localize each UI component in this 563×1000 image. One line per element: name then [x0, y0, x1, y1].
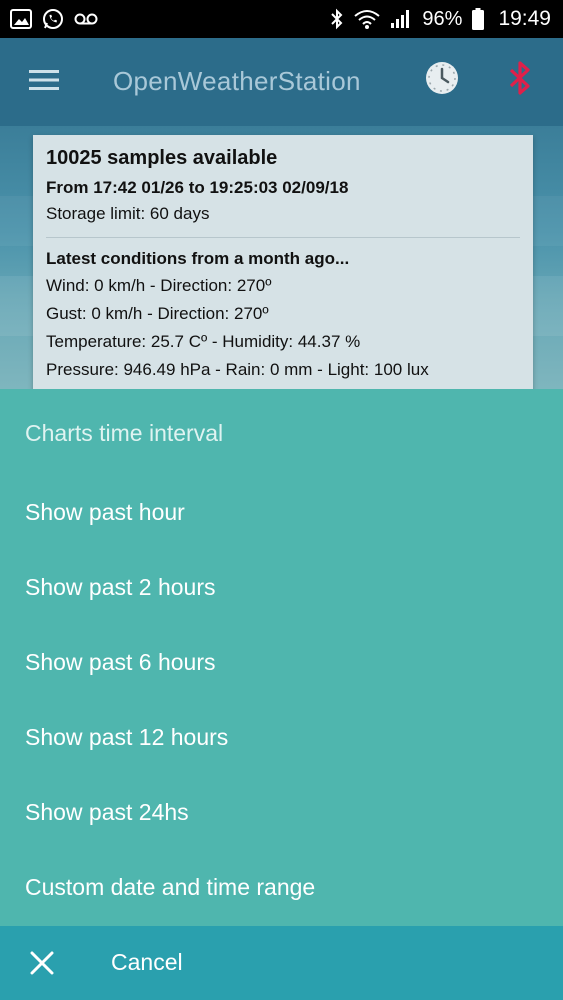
- temperature-humidity-reading: Temperature: 25.7 Cº - Humidity: 44.37 %: [46, 332, 361, 351]
- bluetooth-button[interactable]: [498, 58, 542, 102]
- storage-limit: Storage limit: 60 days: [46, 204, 210, 223]
- app-bar: OpenWeatherStation: [0, 38, 563, 126]
- option-label: Custom date and time range: [25, 873, 316, 900]
- option-past-2-hours[interactable]: Show past 2 hours: [0, 556, 563, 618]
- signal-icon: [390, 9, 412, 29]
- samples-count: 10025 samples available: [46, 147, 278, 169]
- time-interval-button[interactable]: [420, 58, 464, 102]
- option-label: Show past 24hs: [25, 798, 189, 825]
- sheet-title: Charts time interval: [25, 420, 224, 446]
- battery-icon: [472, 8, 485, 30]
- option-past-hour[interactable]: Show past hour: [0, 481, 563, 543]
- clock-icon: [425, 61, 459, 100]
- menu-icon: [29, 69, 59, 96]
- cancel-button[interactable]: Cancel: [0, 926, 563, 1000]
- close-icon: [26, 947, 58, 979]
- bluetooth-icon: [330, 8, 344, 30]
- status-bar: 96% 19:49: [0, 0, 563, 38]
- option-custom-range[interactable]: Custom date and time range: [0, 856, 563, 918]
- wind-reading: Wind: 0 km/h - Direction: 270º: [46, 276, 272, 295]
- option-past-12-hours[interactable]: Show past 12 hours: [0, 706, 563, 768]
- gust-reading: Gust: 0 km/h - Direction: 270º: [46, 304, 269, 323]
- whatsapp-icon: [42, 8, 64, 30]
- time-interval-sheet: Charts time interval Show past hour Show…: [0, 389, 563, 926]
- option-label: Show past 2 hours: [25, 573, 216, 600]
- screen: 96% 19:49 OpenWeatherStation 10025 sampl…: [0, 0, 563, 1000]
- option-label: Show past 6 hours: [25, 648, 216, 675]
- pressure-rain-light-reading: Pressure: 946.49 hPa - Rain: 0 mm - Ligh…: [46, 360, 429, 379]
- voicemail-icon: [74, 12, 98, 26]
- option-past-6-hours[interactable]: Show past 6 hours: [0, 631, 563, 693]
- latest-header: Latest conditions from a month ago...: [46, 249, 350, 268]
- battery-percent: 96%: [422, 7, 463, 30]
- option-label: Show past hour: [25, 498, 185, 525]
- cancel-label: Cancel: [111, 949, 183, 975]
- clock-time: 19:49: [498, 7, 551, 30]
- card-divider: [46, 237, 520, 238]
- bluetooth-icon: [508, 60, 532, 101]
- wifi-icon: [354, 9, 381, 29]
- sample-range: From 17:42 01/26 to 19:25:03 02/09/18: [46, 178, 349, 197]
- option-label: Show past 12 hours: [25, 723, 229, 750]
- app-title: OpenWeatherStation: [113, 66, 361, 96]
- summary-card: 10025 samples available From 17:42 01/26…: [33, 135, 533, 395]
- option-past-24hs[interactable]: Show past 24hs: [0, 781, 563, 843]
- menu-button[interactable]: [22, 60, 66, 104]
- image-icon: [10, 9, 32, 29]
